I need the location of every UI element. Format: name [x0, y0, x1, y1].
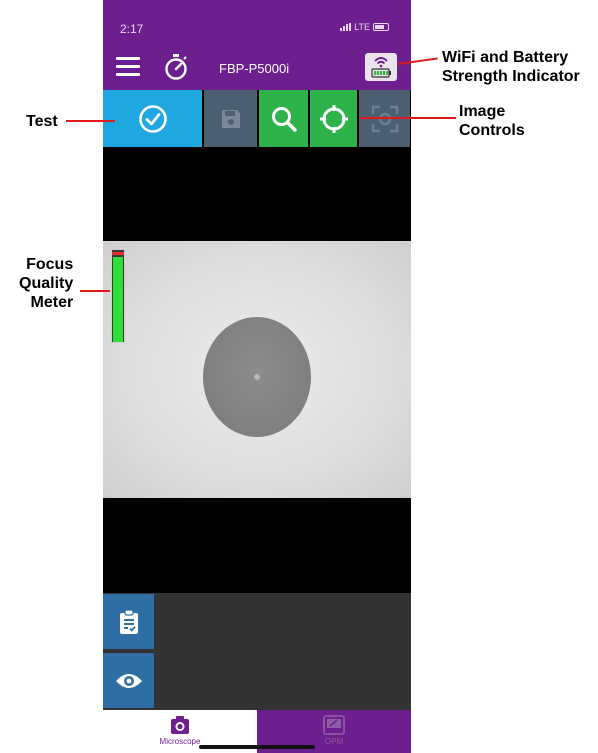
eye-icon — [115, 673, 142, 688]
wifi-battery-icon[interactable] — [365, 53, 397, 81]
app-header: FBP-P5000i — [103, 44, 411, 90]
test-button[interactable] — [103, 90, 202, 147]
viewer-bottom-margin — [103, 498, 411, 593]
fiber-end-face-view[interactable] — [103, 241, 411, 498]
wifi-battery-annotation-line1: WiFi and Battery — [442, 49, 569, 66]
save-icon — [221, 109, 240, 128]
focus-level-bar — [113, 257, 123, 342]
focus-quality-meter — [111, 249, 125, 343]
image-controls-annotation: Image Controls — [459, 102, 525, 140]
check-circle-icon — [138, 104, 167, 133]
save-button[interactable] — [204, 90, 257, 147]
test-annotation: Test — [26, 113, 58, 130]
stopwatch-icon[interactable] — [163, 53, 189, 81]
status-time: 2:17 — [120, 22, 144, 36]
tab-microscope-label: Microscope — [159, 737, 201, 746]
bottom-panel — [103, 593, 411, 710]
focus-annotation-line1: Focus — [26, 256, 74, 273]
hamburger-menu-icon[interactable] — [116, 57, 140, 77]
focus-quality-annotation: Focus Quality Meter — [19, 255, 73, 312]
status-bar: 2:17 LTE — [103, 0, 411, 44]
network-status: LTE — [340, 22, 389, 32]
focus-target-mark — [112, 252, 124, 255]
home-indicator[interactable] — [199, 745, 315, 749]
camera-icon — [171, 716, 189, 734]
meter-icon — [323, 715, 345, 735]
viewer-top-margin — [103, 147, 411, 241]
center-button[interactable] — [310, 90, 357, 147]
test-leader-line — [66, 120, 115, 122]
image-controls-annotation-line1: Image — [459, 103, 506, 120]
wifi-battery-annotation: WiFi and Battery Strength Indicator — [442, 48, 580, 86]
focus-leader-line — [80, 290, 110, 292]
search-icon — [271, 106, 297, 132]
report-button[interactable] — [103, 594, 154, 649]
fiber-cladding — [203, 317, 311, 437]
phone-screen: 2:17 LTE FBP-P5000i Microscope OPM — [103, 0, 411, 753]
device-name: FBP-P5000i — [219, 61, 290, 76]
signal-icon — [340, 23, 352, 31]
view-button[interactable] — [103, 653, 154, 708]
focus-annotation-line3: Meter — [30, 294, 74, 311]
clipboard-check-icon — [119, 608, 138, 634]
wifi-battery-annotation-line2: Strength Indicator — [442, 68, 580, 85]
crosshair-icon — [319, 104, 348, 133]
focus-annotation-line2: Quality — [19, 275, 74, 292]
tab-opm-label: OPM — [324, 737, 344, 746]
phone-battery-icon — [373, 23, 389, 31]
image-controls-leader-line — [360, 117, 456, 119]
image-controls-annotation-line2: Controls — [459, 122, 525, 139]
fiber-core-dot — [254, 374, 260, 380]
network-type: LTE — [354, 22, 370, 32]
zoom-button[interactable] — [259, 90, 308, 147]
